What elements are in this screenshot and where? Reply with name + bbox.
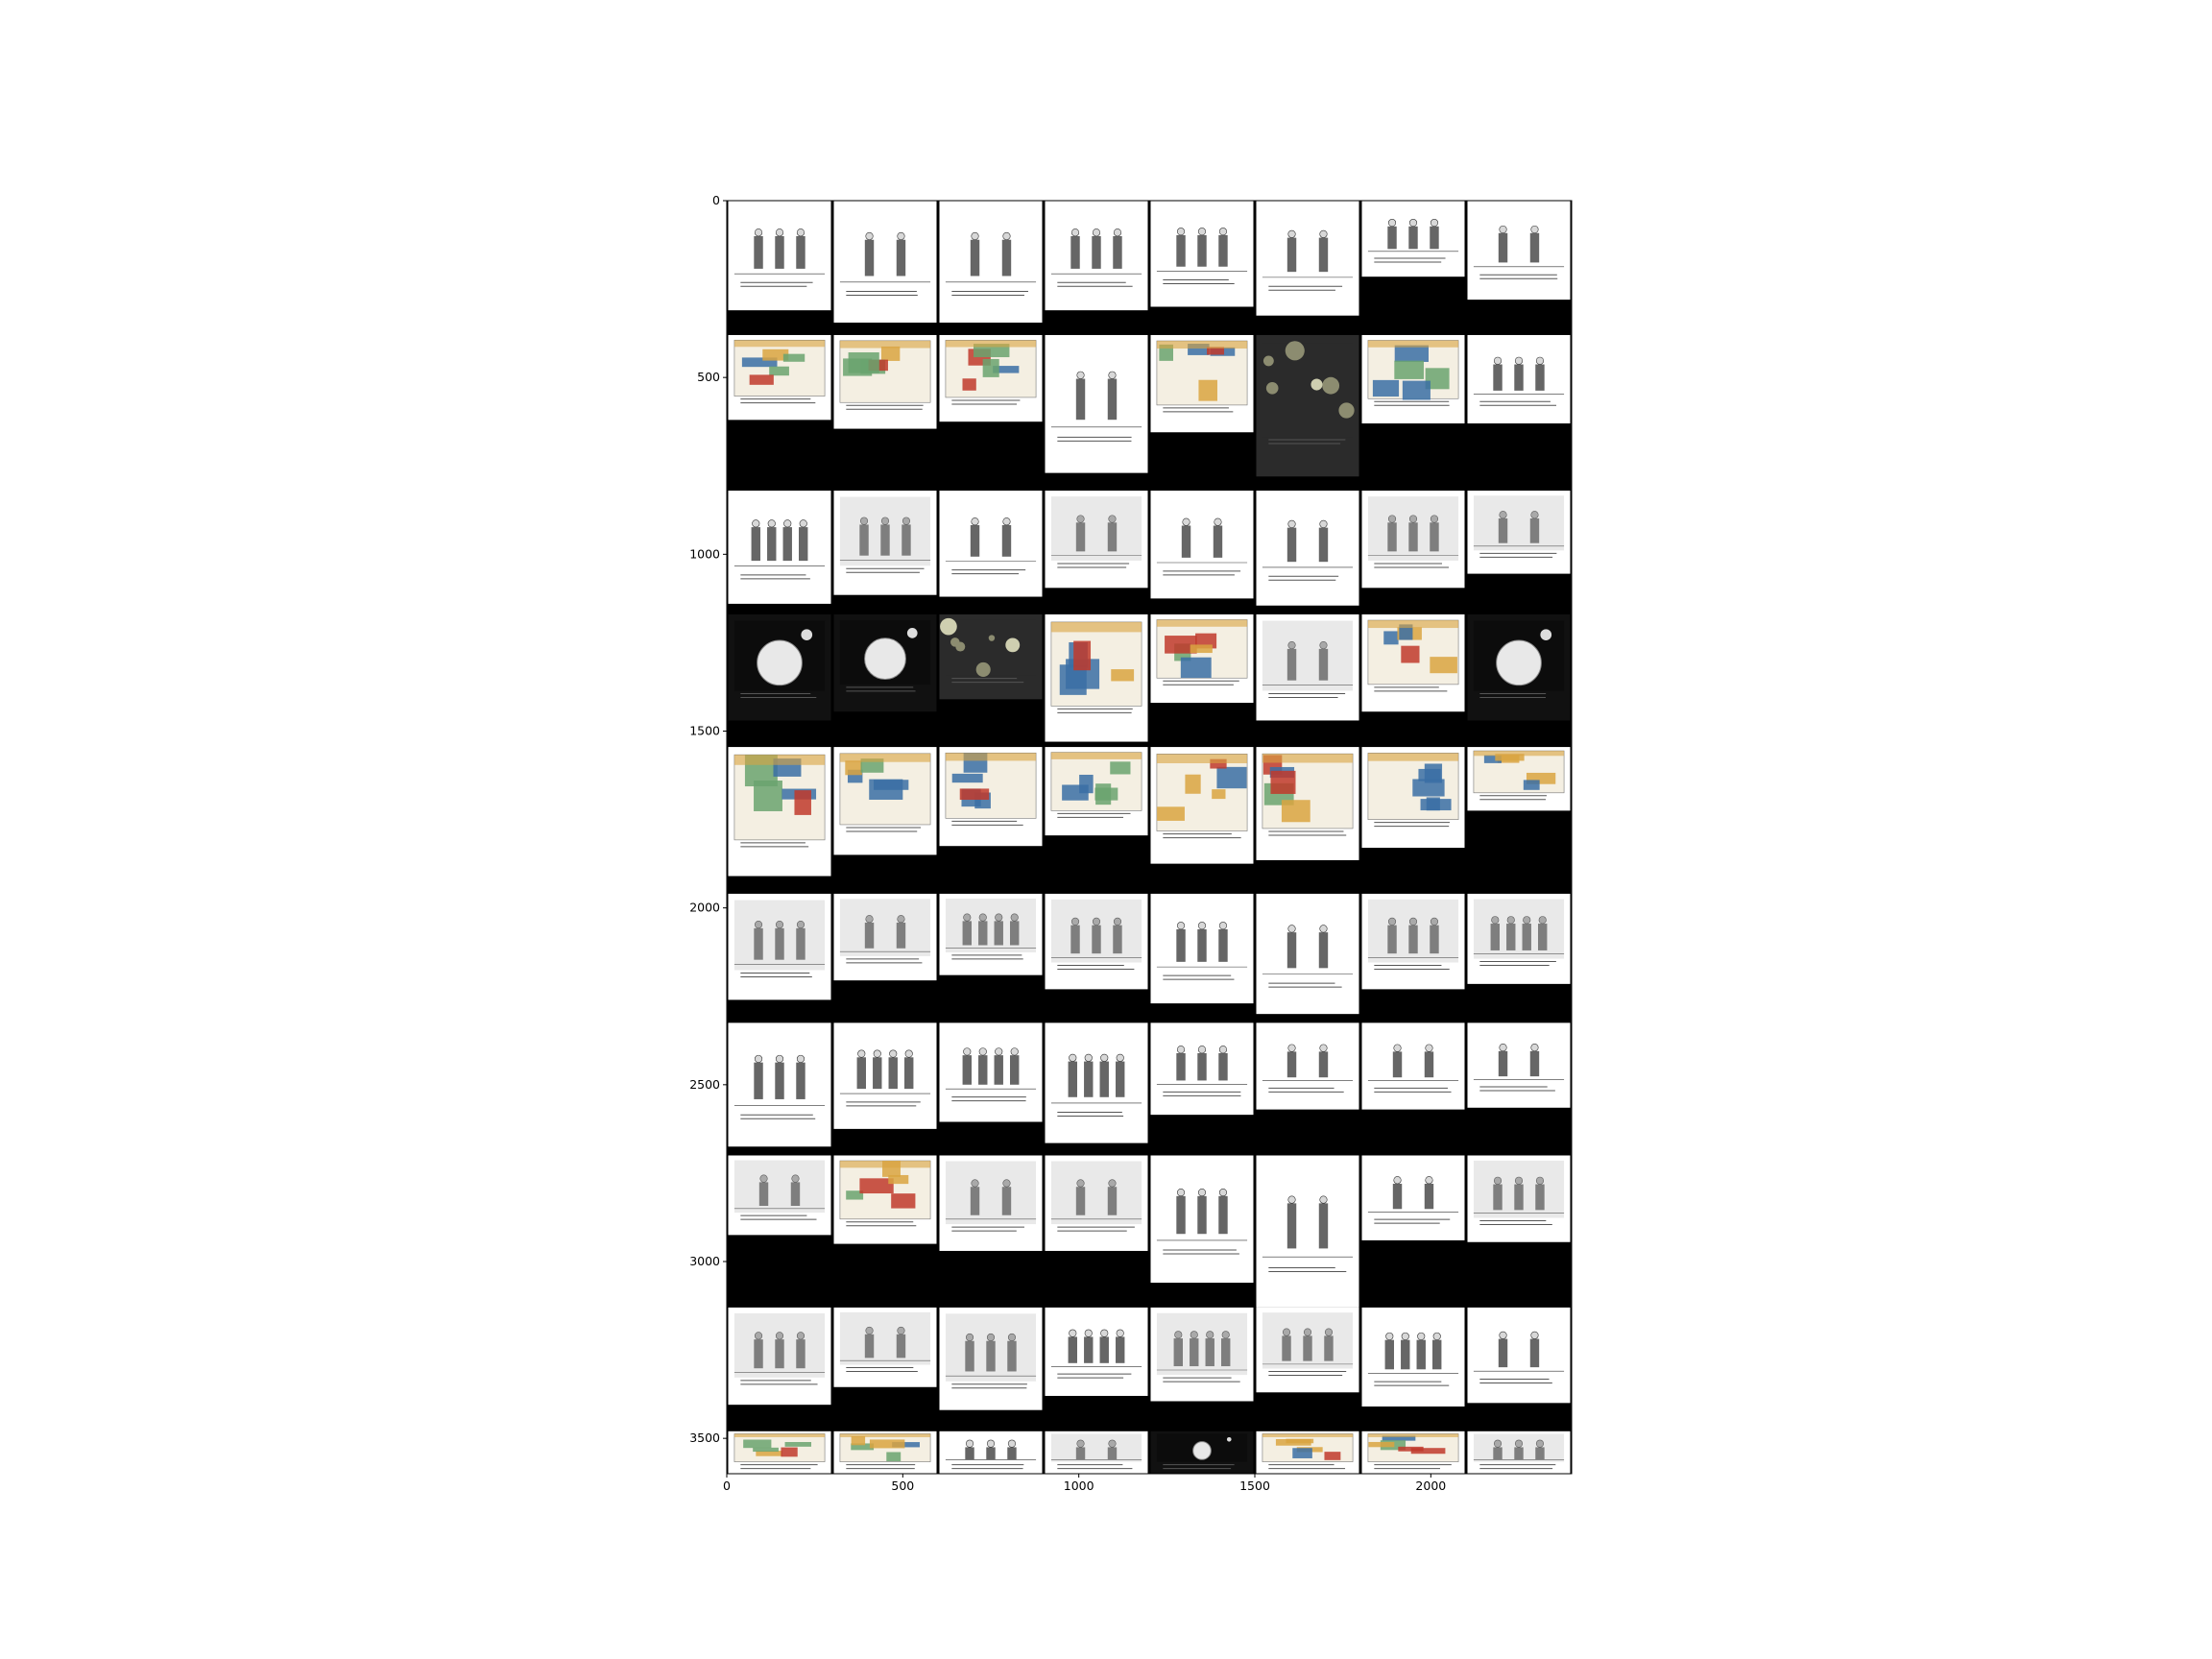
cartoon-thumbnail — [728, 893, 831, 1000]
cartoon-thumbnail — [1467, 613, 1571, 721]
cartoon-thumbnail — [1361, 893, 1465, 990]
cartoon-thumbnail — [833, 201, 937, 324]
cartoon-thumbnail — [1467, 1022, 1571, 1108]
cartoon-thumbnail — [1045, 613, 1148, 742]
image-grid-figure: 0 500 1000 1500 2000 0 500 1000 1500 2000 2500 300… — [0, 0, 2212, 1659]
cartoon-thumbnail — [1467, 491, 1571, 574]
cartoon-thumbnail — [728, 491, 831, 604]
cartoon-thumbnail — [939, 1431, 1043, 1474]
cartoon-thumbnail — [1256, 613, 1359, 721]
cartoon-thumbnail — [833, 747, 937, 855]
cartoon-thumbnail — [939, 334, 1043, 422]
cartoon-thumbnail — [1150, 1022, 1254, 1116]
cartoon-thumbnail — [1361, 1307, 1465, 1407]
cartoon-thumbnail — [939, 491, 1043, 597]
y-tick-label: 1500 — [689, 724, 720, 738]
cartoon-thumbnail — [833, 1155, 937, 1244]
cartoon-thumbnail — [1361, 334, 1465, 424]
cartoon-thumbnail — [1256, 893, 1359, 1015]
cartoon-thumbnail — [1361, 613, 1465, 712]
cartoon-thumbnail — [939, 1022, 1043, 1122]
cartoon-thumbnail — [1256, 1022, 1359, 1110]
y-tick-label: 2000 — [689, 901, 720, 915]
y-tick-label: 500 — [697, 370, 720, 384]
cartoon-thumbnail — [728, 1431, 831, 1474]
cartoon-thumbnail — [833, 893, 937, 981]
cartoon-thumbnail — [1045, 1307, 1148, 1396]
cartoon-thumbnail — [728, 613, 831, 721]
cartoon-thumbnail — [833, 334, 937, 429]
cartoon-thumbnail — [1256, 201, 1359, 316]
cartoon-thumbnail — [1361, 201, 1465, 277]
cartoon-thumbnail — [1256, 1155, 1359, 1308]
x-tick-label: 1500 — [1239, 1479, 1270, 1493]
cartoon-thumbnail — [728, 201, 831, 311]
x-tick-label: 0 — [723, 1479, 731, 1493]
cartoon-thumbnail — [1150, 747, 1254, 864]
cartoon-thumbnail — [1361, 1431, 1465, 1474]
cartoon-thumbnail — [1045, 334, 1148, 473]
y-tick-label: 2500 — [689, 1077, 720, 1092]
cartoon-thumbnail — [1467, 1307, 1571, 1404]
cartoon-thumbnail — [1256, 747, 1359, 860]
cartoon-thumbnail — [1256, 1431, 1359, 1474]
cartoon-thumbnail — [1150, 1431, 1254, 1474]
cartoon-thumbnail — [1045, 491, 1148, 589]
cartoon-thumbnail — [1150, 201, 1254, 307]
cartoon-thumbnail — [1467, 334, 1571, 424]
cartoon-thumbnail — [1150, 334, 1254, 433]
cartoon-thumbnail — [1045, 1155, 1148, 1251]
cartoon-thumbnail — [1045, 893, 1148, 990]
cartoon-thumbnail — [1361, 747, 1465, 849]
cartoon-thumbnail — [728, 1155, 831, 1236]
cartoon-thumbnail — [1467, 747, 1571, 811]
cartoon-thumbnail — [1150, 491, 1254, 599]
x-tick-label: 1000 — [1064, 1479, 1094, 1493]
cartoon-thumbnail — [833, 1307, 937, 1387]
cartoon-thumbnail — [939, 893, 1043, 975]
cartoon-thumbnail — [1045, 747, 1148, 836]
cartoon-thumbnail — [939, 613, 1043, 700]
cartoon-thumbnail — [1045, 201, 1148, 311]
cartoon-thumbnail — [1467, 1155, 1571, 1242]
cartoon-thumbnail — [833, 613, 937, 712]
cartoon-thumbnail — [939, 1307, 1043, 1410]
y-tick-label: 3000 — [689, 1254, 720, 1268]
cartoon-thumbnail — [833, 1431, 937, 1474]
cartoon-thumbnail — [1256, 1307, 1359, 1393]
cartoon-thumbnail — [1045, 1022, 1148, 1143]
cartoon-thumbnail — [1150, 613, 1254, 704]
cartoon-thumbnail — [939, 747, 1043, 847]
cartoon-thumbnail — [1256, 334, 1359, 477]
x-tick-label: 500 — [891, 1479, 914, 1493]
cartoon-thumbnail — [728, 334, 831, 421]
y-tick-label: 3500 — [689, 1431, 720, 1445]
cartoon-thumbnail — [1150, 1307, 1254, 1402]
cartoon-thumbnail — [1361, 491, 1465, 589]
cartoon-thumbnail — [1467, 1431, 1571, 1474]
cartoon-thumbnail — [1467, 893, 1571, 984]
cartoon-thumbnail — [1150, 1155, 1254, 1284]
cartoon-thumbnail — [1150, 893, 1254, 1004]
y-tick-label: 1000 — [689, 546, 720, 561]
cartoon-thumbnail — [1256, 491, 1359, 606]
image-grid — [727, 201, 1572, 1474]
x-tick-label: 2000 — [1415, 1479, 1446, 1493]
cartoon-thumbnail — [939, 1155, 1043, 1251]
cartoon-thumbnail — [1361, 1022, 1465, 1110]
cartoon-thumbnail — [1361, 1155, 1465, 1240]
y-tick-label: 0 — [712, 193, 720, 207]
cartoon-thumbnail — [728, 1307, 831, 1406]
cartoon-thumbnail — [939, 201, 1043, 324]
cartoon-thumbnail — [1045, 1431, 1148, 1474]
cartoon-thumbnail — [1467, 201, 1571, 301]
cartoon-thumbnail — [728, 747, 831, 877]
cartoon-thumbnail — [833, 1022, 937, 1129]
cartoon-thumbnail — [728, 1022, 831, 1147]
cartoon-thumbnail — [833, 491, 937, 595]
